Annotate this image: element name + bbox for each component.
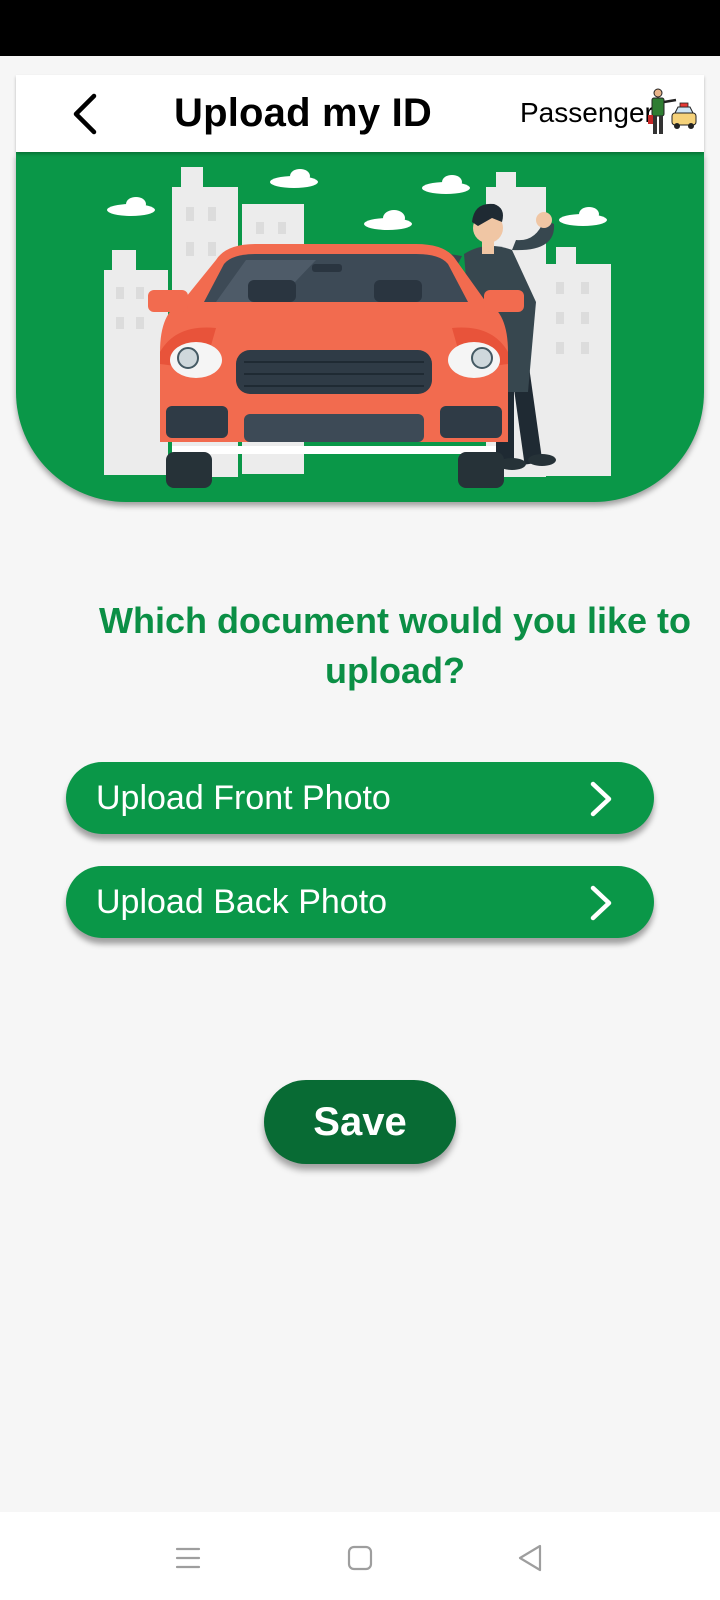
status-bar <box>0 0 720 56</box>
page-title: Upload my ID <box>174 91 432 135</box>
menu-icon <box>175 1547 201 1569</box>
menu-button[interactable] <box>164 1534 212 1582</box>
chevron-left-icon <box>73 93 97 135</box>
home-square-icon <box>347 1545 373 1571</box>
role-label: Passenger <box>520 97 654 128</box>
red-car-with-man-illustration <box>104 167 611 488</box>
upload-back-photo-label: Upload Back Photo <box>96 882 388 921</box>
home-button[interactable] <box>336 1534 384 1582</box>
passenger-taxi-icon[interactable] <box>646 87 698 139</box>
app-header: Upload my ID Passenger <box>16 75 704 152</box>
back-triangle-icon <box>518 1544 542 1572</box>
upload-front-photo-button[interactable]: Upload Front Photo <box>66 762 654 834</box>
upload-front-photo-label: Upload Front Photo <box>96 778 391 817</box>
chevron-right-icon <box>590 885 612 921</box>
chevron-right-icon <box>590 781 612 817</box>
save-button[interactable]: Save <box>264 1080 456 1164</box>
hero-banner <box>16 152 704 502</box>
document-question: Which document would you like to upload? <box>99 600 691 691</box>
upload-back-photo-button[interactable]: Upload Back Photo <box>66 866 654 938</box>
system-back-button[interactable] <box>506 1534 554 1582</box>
back-button[interactable] <box>62 89 108 139</box>
system-nav-bar <box>0 1512 720 1600</box>
